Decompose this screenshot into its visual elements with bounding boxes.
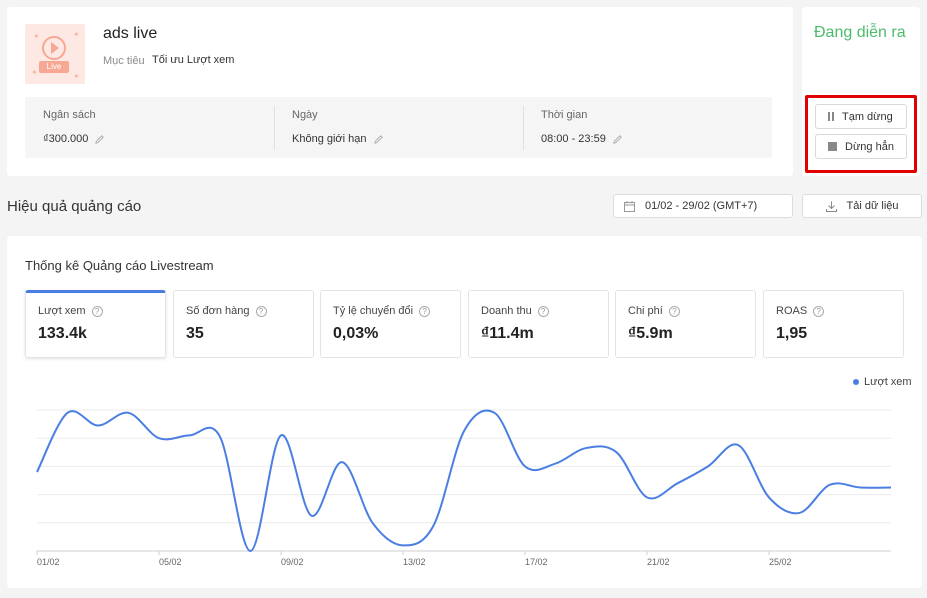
x-tick-label: 17/02 <box>525 557 548 567</box>
stop-button[interactable]: Dừng hẳn <box>815 134 907 159</box>
sparkle-icon: ✦ <box>33 32 40 41</box>
pause-icon <box>828 112 834 121</box>
data-point[interactable] <box>859 486 863 490</box>
x-tick-label: 05/02 <box>159 557 182 567</box>
edit-budget-icon[interactable] <box>94 134 105 145</box>
goal-label: Mục tiêu <box>103 55 145 67</box>
stats-card: Thống kê Quảng cáo Livestream Lượt xem? … <box>7 236 922 588</box>
data-point[interactable] <box>645 495 649 499</box>
live-thumbnail: ✦ ✦ ✦ ✦ Live <box>25 24 85 84</box>
data-point[interactable] <box>66 411 70 415</box>
data-point[interactable] <box>767 495 771 499</box>
data-point[interactable] <box>615 450 619 454</box>
time-label: Thời gian <box>541 109 588 121</box>
budget-label: Ngân sách <box>43 109 96 121</box>
time-value: 08:00 - 23:59 <box>541 133 606 145</box>
budget-row: ₫300.000 <box>43 133 274 145</box>
sparkle-icon: ✦ <box>73 30 80 39</box>
data-point[interactable] <box>432 524 436 528</box>
data-point[interactable] <box>218 435 222 439</box>
data-point[interactable] <box>462 429 466 433</box>
pause-label: Tạm dừng <box>842 110 893 123</box>
budget-value: ₫300.000 <box>43 133 89 145</box>
budget-column: Ngân sách ₫300.000 <box>25 97 274 158</box>
x-tick-label: 09/02 <box>281 557 304 567</box>
date-range-picker[interactable]: 01/02 - 29/02 (GMT+7) <box>613 194 793 218</box>
pause-button[interactable]: Tạm dừng <box>815 104 907 129</box>
time-column: Thời gian 08:00 - 23:59 <box>523 97 772 158</box>
sparkle-icon: ✦ <box>31 68 38 77</box>
data-point[interactable] <box>706 464 710 468</box>
data-point[interactable] <box>737 443 741 447</box>
sparkle-icon: ✦ <box>73 72 80 81</box>
status-text: Đang diễn ra <box>814 24 906 41</box>
time-row: 08:00 - 23:59 <box>541 133 772 145</box>
date-label: Ngày <box>292 109 318 121</box>
live-tag: Live <box>39 61 69 73</box>
data-point[interactable] <box>96 424 100 428</box>
date-row: Không giới hạn <box>292 133 523 145</box>
data-point[interactable] <box>371 521 375 525</box>
stop-icon <box>828 142 837 151</box>
goal-value: Tối ưu Lượt xem <box>152 54 235 66</box>
data-point[interactable] <box>188 433 192 437</box>
data-point[interactable] <box>554 462 558 466</box>
date-column: Ngày Không giới hạn <box>274 97 523 158</box>
x-tick-label: 13/02 <box>403 557 426 567</box>
data-point[interactable] <box>310 514 314 518</box>
data-point[interactable] <box>889 486 893 490</box>
x-tick-label: 21/02 <box>647 557 670 567</box>
calendar-icon <box>624 200 635 212</box>
download-button[interactable]: Tải dữ liệu <box>802 194 922 218</box>
edit-date-icon[interactable] <box>373 134 384 145</box>
x-tick-label: 25/02 <box>769 557 792 567</box>
date-value: Không giới hạn <box>292 133 367 145</box>
data-point[interactable] <box>279 433 283 437</box>
play-icon <box>51 42 59 54</box>
campaign-name: ads live <box>103 25 158 42</box>
data-point[interactable] <box>35 470 39 474</box>
data-point[interactable] <box>523 464 527 468</box>
download-label: Tải dữ liệu <box>846 200 899 212</box>
stop-label: Dừng hẳn <box>845 140 894 153</box>
date-range-text: 01/02 - 29/02 (GMT+7) <box>645 200 758 212</box>
data-point[interactable] <box>249 549 253 553</box>
campaign-card: ✦ ✦ ✦ ✦ Live ads live Mục tiêu Tối ưu Lư… <box>7 7 793 176</box>
data-point[interactable] <box>157 436 161 440</box>
data-point[interactable] <box>340 460 344 464</box>
edit-time-icon[interactable] <box>612 134 623 145</box>
data-point[interactable] <box>828 483 832 487</box>
data-point[interactable] <box>127 411 131 415</box>
download-icon <box>825 201 837 212</box>
data-point[interactable] <box>401 543 405 547</box>
campaign-info-strip: Ngân sách ₫300.000 Ngày Không giới hạn T… <box>25 97 772 158</box>
data-point[interactable] <box>798 511 802 515</box>
data-point[interactable] <box>584 446 588 450</box>
x-tick-label: 01/02 <box>37 557 60 567</box>
views-line-chart: 01/02 05/02 09/02 13/02 17/02 21/02 25/02 <box>35 409 893 567</box>
performance-title: Hiệu quả quảng cáo <box>7 198 142 215</box>
data-point[interactable] <box>493 411 497 415</box>
data-point[interactable] <box>676 481 680 485</box>
